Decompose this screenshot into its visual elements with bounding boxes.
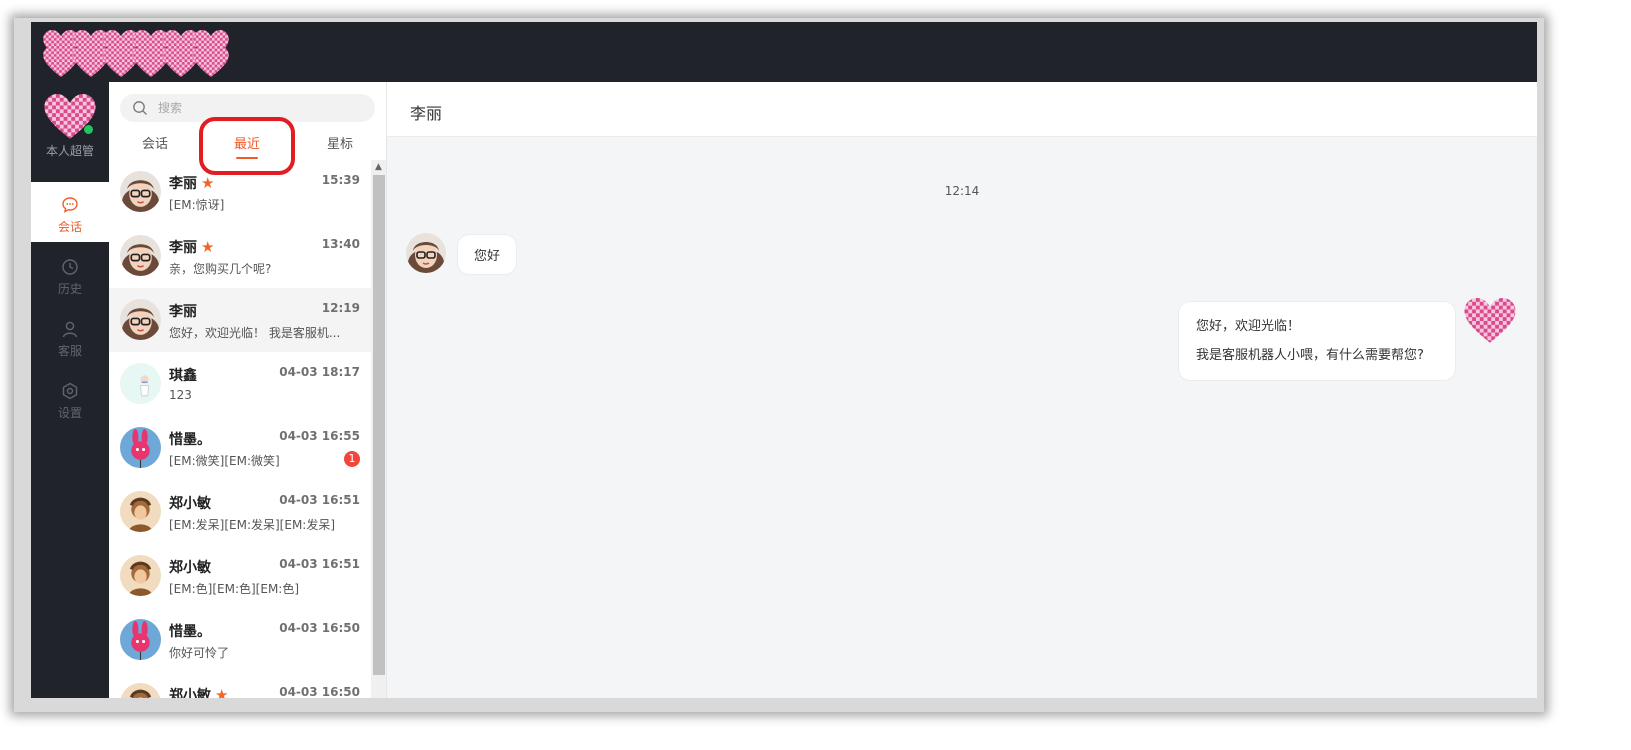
avatar — [406, 233, 446, 273]
list-item[interactable]: 惜墨。 04-03 16:55 [EM:微笑][EM:微笑] 1 — [109, 416, 371, 480]
scroll-up-arrow-icon[interactable]: ▲ — [371, 160, 386, 174]
nav-label: 会话 — [57, 220, 82, 234]
tab-recent[interactable]: 最近 — [207, 133, 287, 159]
tab-label: 星标 — [326, 137, 353, 152]
star-icon: ★ — [215, 686, 229, 698]
conversation-time: 04-03 16:51 — [279, 493, 360, 507]
clock-icon — [62, 259, 78, 275]
conversation-name: 琪鑫 — [169, 368, 197, 384]
search-box[interactable] — [120, 94, 375, 122]
message-text: 您好，欢迎光临！ — [1196, 319, 1301, 334]
list-item[interactable]: 李丽 ★ 15:39 [EM:惊讶] — [109, 160, 371, 224]
conversation-time: 13:40 — [321, 237, 360, 251]
conversation-name: 李丽 — [169, 304, 197, 320]
message-text: 我是客服机器人小喂，有什么需要帮您? — [1196, 348, 1424, 363]
search-input[interactable] — [158, 98, 358, 118]
conversation-name: 李丽 ★ — [169, 174, 215, 192]
avatar — [120, 683, 161, 698]
scroll-thumb[interactable] — [373, 175, 385, 675]
conversation-time: 04-03 16:51 — [279, 557, 360, 571]
avatar — [120, 427, 161, 468]
nav-label: 设置 — [57, 406, 82, 420]
avatar — [120, 491, 161, 532]
conversation-time: 12:19 — [321, 301, 360, 315]
list-item-selected[interactable]: 李丽 12:19 您好，欢迎光临！ 我是客服机... — [109, 288, 371, 352]
checkered-heart-avatar — [1464, 298, 1516, 343]
avatar — [120, 235, 161, 276]
conversation-time: 04-03 16:50 — [279, 621, 360, 635]
nav-label: 客服 — [57, 344, 82, 358]
list-tabs: 会话 最近 星标 — [109, 126, 387, 160]
conversation-preview: [EM:发呆][EM:发呆][EM:发呆] — [169, 518, 336, 532]
message-text: 您好 — [474, 249, 501, 264]
list-item[interactable]: 郑小敏 ★ 04-03 16:50 — [109, 672, 371, 698]
list-item[interactable]: 郑小敏 04-03 16:51 [EM:发呆][EM:发呆][EM:发呆] — [109, 480, 371, 544]
nav-item-settings[interactable]: 设置 — [31, 368, 109, 428]
conversation-list-panel: 会话 最近 星标 李丽★ 15:39 [EM:惊讶] 李丽★ 13:40 — [109, 82, 387, 698]
avatar — [120, 171, 161, 212]
user-icon — [62, 321, 78, 338]
avatar — [120, 363, 161, 404]
nav-item-customer-service[interactable]: 客服 — [31, 306, 109, 366]
nav-item-sessions[interactable]: 会话 — [31, 182, 109, 242]
list-item[interactable]: 李丽 ★ 13:40 亲，您购买几个呢? — [109, 224, 371, 288]
conversation-name: 郑小敏 ★ — [169, 685, 228, 698]
chat-header: 李丽 — [387, 82, 1537, 137]
chat-title: 李丽 — [410, 104, 443, 123]
tab-sessions[interactable]: 会话 — [115, 133, 195, 152]
conversation-time: 15:39 — [321, 173, 360, 187]
current-user[interactable]: 本人超管 — [31, 82, 109, 182]
avatar — [120, 299, 161, 340]
left-nav: 本人超管 会话 历史 客服 设置 — [31, 82, 109, 698]
active-tab-underline — [236, 157, 258, 159]
message-timestamp: 12:14 — [944, 184, 980, 198]
unread-badge: 1 — [344, 451, 360, 467]
conversation-preview: 123 — [169, 388, 192, 402]
avatar — [120, 555, 161, 596]
conversation-name: 李丽 ★ — [169, 238, 215, 256]
outgoing-message-bubble: 您好，欢迎光临！ 我是客服机器人小喂，有什么需要帮您? — [1178, 301, 1456, 381]
nav-label: 历史 — [57, 282, 82, 296]
list-scrollbar[interactable]: ▲ — [371, 160, 386, 698]
conversation-name: 郑小敏 — [169, 560, 211, 576]
conversation-preview: 亲，您购买几个呢? — [169, 262, 272, 276]
chat-bubble-icon — [62, 197, 78, 213]
tab-label: 最近 — [233, 137, 260, 152]
conversation-preview: [EM:微笑][EM:微笑] — [169, 454, 280, 468]
conversation-time: 04-03 16:55 — [279, 429, 360, 443]
online-status-dot — [83, 124, 94, 135]
conversation-preview: 你好可怜了 — [169, 646, 230, 660]
checkered-hearts-logo — [43, 30, 229, 78]
current-user-name: 本人超管 — [45, 144, 94, 158]
avatar — [120, 619, 161, 660]
conversation-preview: [EM:惊讶] — [169, 198, 225, 212]
star-icon: ★ — [201, 174, 215, 192]
star-icon: ★ — [201, 238, 215, 256]
tab-label: 会话 — [141, 137, 168, 152]
list-item[interactable]: 惜墨。 04-03 16:50 你好可怜了 — [109, 608, 371, 672]
incoming-message-bubble: 您好 — [457, 234, 518, 275]
conversation-time: 04-03 18:17 — [279, 365, 360, 379]
conversation-name: 郑小敏 — [169, 496, 211, 512]
conversation-name: 惜墨。 — [169, 624, 211, 640]
conversation-preview: [EM:色][EM:色][EM:色] — [169, 582, 300, 596]
conversation-name: 惜墨。 — [169, 432, 211, 448]
conversation-preview: 您好，欢迎光临！ 我是客服机... — [169, 326, 341, 340]
chat-panel: 李丽 12:14 您好 您好，欢迎光临！ 我是客服机器人小喂，有什么需要帮您? — [387, 82, 1537, 698]
conversation-time: 04-03 16:50 — [279, 685, 360, 698]
list-item[interactable]: 郑小敏 04-03 16:51 [EM:色][EM:色][EM:色] — [109, 544, 371, 608]
top-bar — [31, 22, 1537, 82]
search-icon — [133, 101, 147, 115]
tab-starred[interactable]: 星标 — [300, 133, 380, 152]
list-item[interactable]: 琪鑫 04-03 18:17 123 — [109, 352, 371, 416]
conversation-list: 李丽 ★ 15:39 [EM:惊讶] 李丽 ★ 13:40 亲，您购买几个呢? 李丽… — [109, 160, 371, 698]
gear-icon — [62, 382, 78, 400]
app-window: 本人超管 会话 历史 客服 设置 搜索 会话 最近 星标 李丽 ★ 15:39 … — [31, 22, 1537, 698]
nav-item-history[interactable]: 历史 — [31, 244, 109, 304]
